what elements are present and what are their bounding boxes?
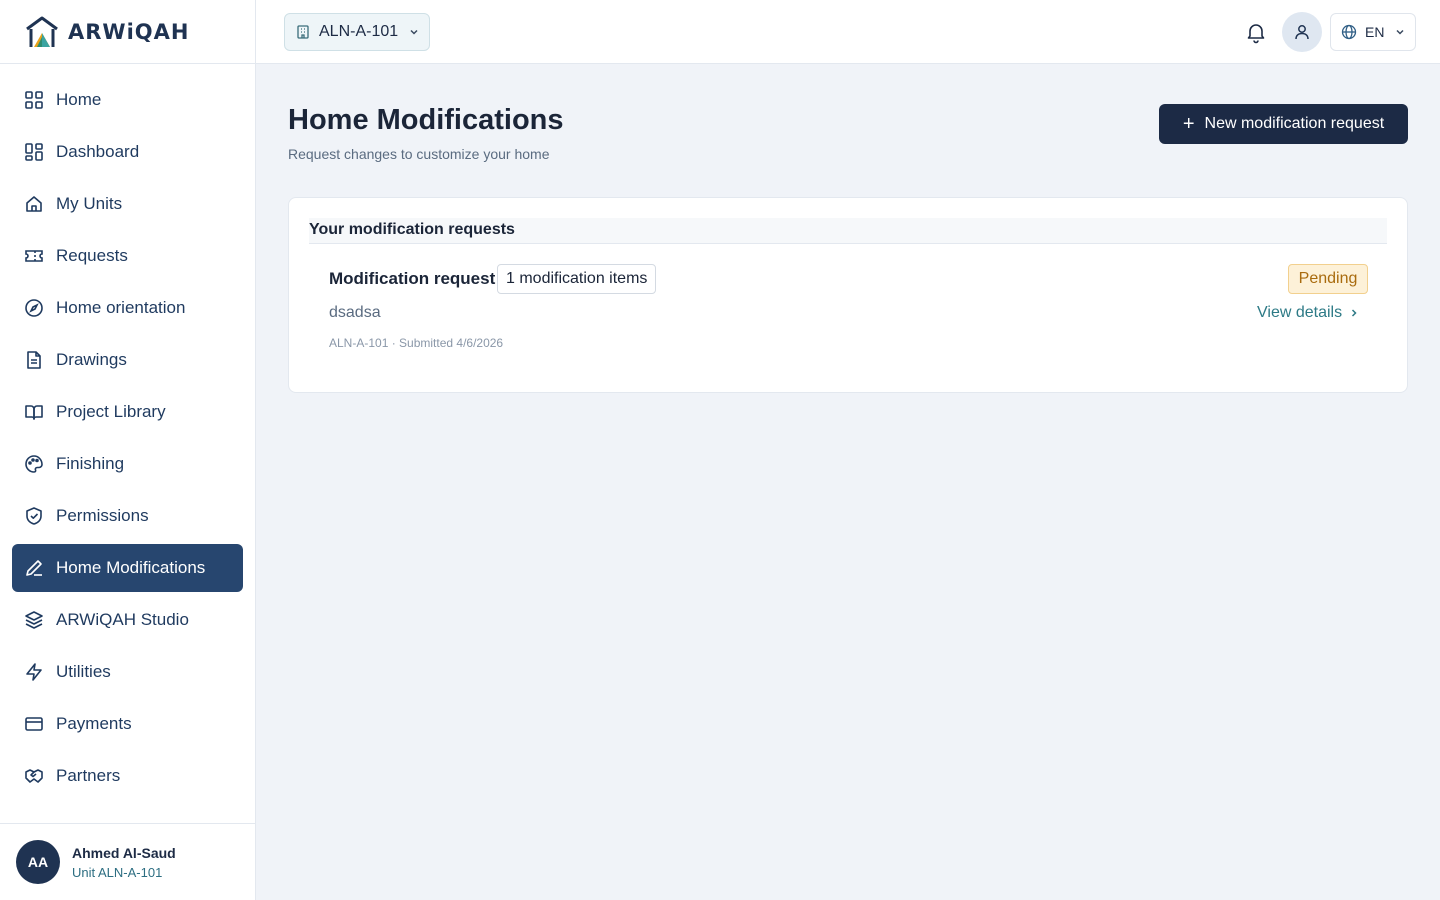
sidebar-item-my-units[interactable]: My Units bbox=[12, 180, 243, 228]
sidebar-item-utilities[interactable]: Utilities bbox=[12, 648, 243, 696]
profile-button[interactable] bbox=[1282, 12, 1322, 52]
sidebar-item-permissions[interactable]: Permissions bbox=[12, 492, 243, 540]
status-badge: Pending bbox=[1288, 264, 1368, 294]
sidebar-item-home-modifications[interactable]: Home Modifications bbox=[12, 544, 243, 592]
chevron-down-icon bbox=[1396, 29, 1404, 35]
chevron-right-icon bbox=[1352, 309, 1357, 317]
sidebar-item-label: Home orientation bbox=[56, 298, 186, 317]
layers-icon bbox=[25, 611, 43, 629]
user-name: Ahmed Al-Saud bbox=[72, 844, 176, 861]
page-subtitle: Request changes to customize your home bbox=[288, 146, 550, 162]
sidebar-item-arwiqah-studio[interactable]: ARWiQAH Studio bbox=[12, 596, 243, 644]
user-icon bbox=[1295, 25, 1309, 40]
credit-card-icon bbox=[25, 717, 43, 731]
globe-icon bbox=[1341, 24, 1357, 40]
sidebar-item-label: Dashboard bbox=[56, 142, 140, 161]
lightning-icon bbox=[26, 663, 42, 681]
sidebar-item-partners[interactable]: Partners bbox=[12, 752, 243, 800]
sidebar-item-label: ARWiQAH Studio bbox=[56, 610, 189, 629]
unit-selector[interactable]: ALN-A-101 bbox=[284, 13, 430, 51]
building-icon bbox=[297, 25, 309, 39]
compass-icon bbox=[25, 299, 43, 317]
ticket-icon bbox=[25, 250, 43, 262]
sidebar: ARWiQAH Home Dashboard My Units Requests… bbox=[0, 0, 256, 900]
sidebar-item-finishing[interactable]: Finishing bbox=[12, 440, 243, 488]
language-selector[interactable]: EN bbox=[1330, 13, 1416, 51]
sidebar-item-payments[interactable]: Payments bbox=[12, 700, 243, 748]
book-icon bbox=[25, 405, 43, 420]
sidebar-item-label: My Units bbox=[56, 194, 123, 213]
sidebar-item-home-orientation[interactable]: Home orientation bbox=[12, 284, 243, 332]
sidebar-nav: Home Dashboard My Units Requests Home or… bbox=[0, 64, 255, 800]
new-modification-request-button[interactable]: + New modification request bbox=[1159, 104, 1408, 144]
sidebar-item-label: Home Modifications bbox=[56, 558, 206, 577]
sidebar-item-label: Project Library bbox=[56, 402, 166, 421]
top-bar: ALN-A-101 EN bbox=[256, 0, 1440, 64]
notification-bell-icon[interactable] bbox=[1244, 20, 1268, 44]
page-title: Home Modifications bbox=[288, 104, 564, 136]
modification-requests-card: Your modification requests Modification … bbox=[288, 197, 1408, 393]
request-description: dsadsa bbox=[329, 304, 381, 321]
logo-icon bbox=[26, 16, 58, 47]
palette-icon bbox=[25, 455, 43, 473]
view-details-label: View details bbox=[1257, 304, 1343, 321]
items-count-badge: 1 modification items bbox=[497, 264, 657, 294]
dashboard-icon bbox=[25, 143, 43, 161]
pencil-icon bbox=[26, 560, 42, 576]
sidebar-item-label: Permissions bbox=[56, 506, 149, 525]
sidebar-item-label: Partners bbox=[56, 766, 121, 785]
sidebar-item-requests[interactable]: Requests bbox=[12, 232, 243, 280]
plus-icon: + bbox=[1182, 113, 1195, 135]
sidebar-item-home[interactable]: Home bbox=[12, 76, 243, 124]
request-meta: ALN-A-101 · Submitted 4/6/2026 bbox=[329, 336, 504, 350]
brand-name: ARWiQAH bbox=[68, 19, 190, 44]
grid-icon bbox=[25, 91, 43, 109]
document-icon bbox=[27, 351, 41, 369]
sidebar-item-label: Utilities bbox=[56, 662, 111, 681]
sidebar-item-label: Requests bbox=[56, 246, 128, 265]
sidebar-item-drawings[interactable]: Drawings bbox=[12, 336, 243, 384]
shield-check-icon bbox=[26, 507, 42, 525]
sidebar-item-label: Drawings bbox=[56, 350, 127, 369]
user-profile-card[interactable]: AA Ahmed Al-Saud Unit ALN-A-101 bbox=[0, 823, 255, 900]
new-modification-request-label: New modification request bbox=[1204, 115, 1385, 132]
view-details-link[interactable]: View details bbox=[1257, 304, 1360, 322]
brand-logo[interactable]: ARWiQAH bbox=[0, 0, 255, 64]
sidebar-item-label: Finishing bbox=[56, 454, 125, 473]
house-icon bbox=[26, 196, 42, 212]
unit-selector-label: ALN-A-101 bbox=[319, 23, 399, 40]
request-title: Modification request bbox=[329, 269, 496, 288]
language-label: EN bbox=[1365, 24, 1385, 40]
sidebar-item-label: Home bbox=[56, 90, 102, 109]
avatar: AA bbox=[16, 840, 60, 884]
user-unit: Unit ALN-A-101 bbox=[72, 864, 163, 880]
sidebar-item-project-library[interactable]: Project Library bbox=[12, 388, 243, 436]
chevron-down-icon bbox=[410, 29, 418, 35]
sidebar-item-dashboard[interactable]: Dashboard bbox=[12, 128, 243, 176]
card-heading: Your modification requests bbox=[309, 218, 1387, 244]
sidebar-item-label: Payments bbox=[56, 714, 132, 733]
handshake-icon bbox=[25, 769, 43, 783]
